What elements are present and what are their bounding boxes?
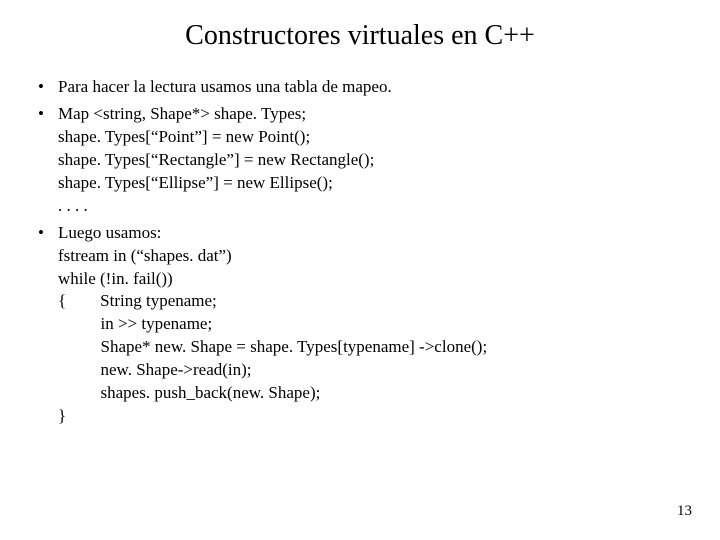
list-item: Map <string, Shape*> shape. Types; shape… (36, 103, 690, 218)
list-item: Luego usamos: fstream in (“shapes. dat”)… (36, 222, 690, 428)
bullet-text: Map <string, Shape*> shape. Types; shape… (58, 104, 374, 215)
list-item: Para hacer la lectura usamos una tabla d… (36, 76, 690, 99)
bullet-text: Luego usamos: fstream in (“shapes. dat”)… (58, 223, 487, 426)
bullet-list: Para hacer la lectura usamos una tabla d… (36, 76, 690, 428)
bullet-text: Para hacer la lectura usamos una tabla d… (58, 77, 392, 96)
page-number: 13 (677, 503, 692, 520)
slide: Constructores virtuales en C++ Para hace… (0, 0, 720, 540)
slide-title: Constructores virtuales en C++ (30, 20, 690, 52)
